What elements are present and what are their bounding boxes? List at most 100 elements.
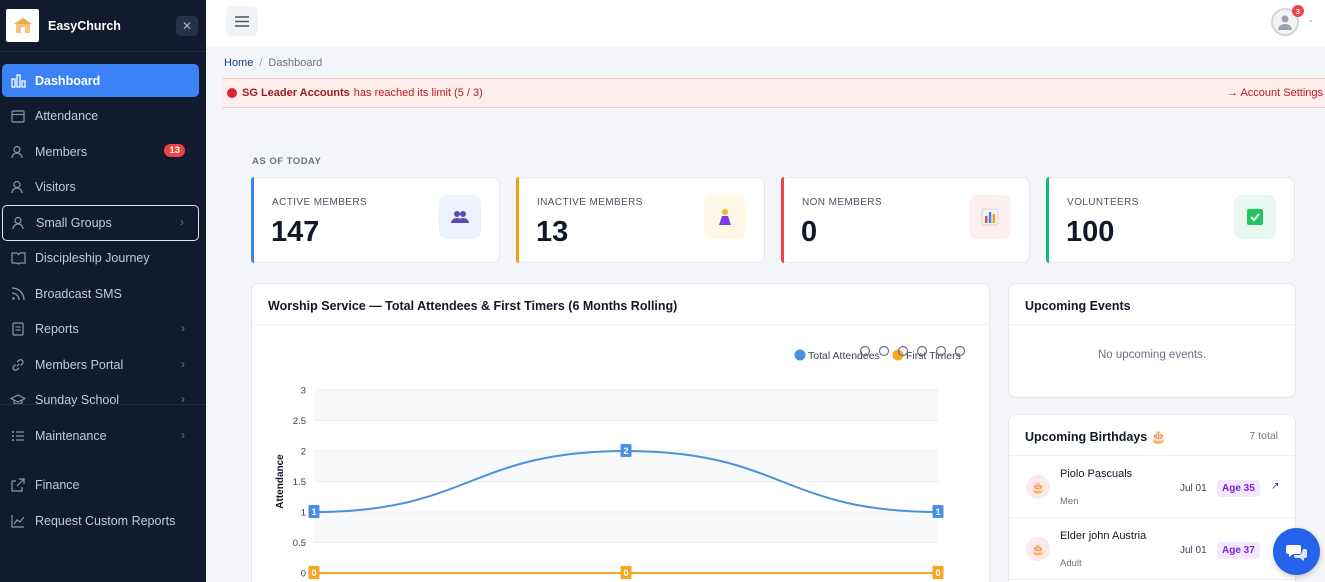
breadcrumb-separator: / <box>259 57 263 69</box>
sidebar-item-attendance[interactable]: Attendance <box>2 99 199 132</box>
sidebar-item-label: Dashboard <box>35 73 101 88</box>
panel-divider <box>1009 324 1295 325</box>
sidebar-item-label: Small Groups <box>36 216 112 230</box>
sidebar: EasyChurch ✕ Dashboard Attendance Member… <box>0 0 206 582</box>
y-tick-label: 0 <box>301 569 306 580</box>
sidebar-item-request-custom-reports[interactable]: Request Custom Reports <box>2 504 199 537</box>
sidebar-item-label: Finance <box>35 477 80 492</box>
members-count-badge: 13 <box>164 144 185 157</box>
chat-button[interactable] <box>1273 528 1320 575</box>
chevron-right-icon: › <box>181 357 185 371</box>
data-label: 1 <box>311 507 316 517</box>
worship-chart-panel: Worship Service — Total Attendees & Firs… <box>251 283 990 582</box>
stat-value: 13 <box>536 216 569 248</box>
sidebar-item-finance[interactable]: Finance <box>2 468 199 501</box>
sidebar-item-discipleship-journey[interactable]: Discipleship Journey <box>2 241 199 274</box>
y-tick-label: 3 <box>301 386 306 397</box>
graduation-cap-icon <box>10 392 26 408</box>
birthdays-total: 7 total <box>1249 430 1278 442</box>
y-tick-label: 2.5 <box>293 416 306 427</box>
chevron-right-icon: › <box>181 428 185 442</box>
cake-icon: 🎂 <box>1026 475 1050 499</box>
sidebar-item-label: Attendance <box>35 108 99 123</box>
stat-card-non-members: NON MEMBERS 0 <box>781 177 1030 263</box>
check-icon <box>1234 195 1276 239</box>
sidebar-item-label: Request Custom Reports <box>35 513 176 528</box>
birthday-date: Jul 01 <box>1180 545 1207 556</box>
upcoming-birthdays-panel: Upcoming Birthdays 🎂 7 total 🎂 Piolo Pas… <box>1008 414 1296 582</box>
data-label: 1 <box>935 507 940 517</box>
alert-message: has reached its limit (5 / 3) <box>353 87 483 99</box>
stat-value: 100 <box>1066 216 1115 248</box>
sidebar-item-maintenance[interactable]: Maintenance › <box>2 419 199 452</box>
user-icon <box>10 179 26 195</box>
card-accent <box>516 177 519 263</box>
birthday-date: Jul 01 <box>1180 483 1207 494</box>
stat-card-volunteers: VOLUNTEERS 100 <box>1046 177 1295 263</box>
age-badge: Age 37 <box>1217 542 1260 559</box>
sidebar-item-visitors[interactable]: Visitors <box>2 170 199 203</box>
topbar: 3 ⌄ <box>206 0 1325 46</box>
sidebar-item-label: Discipleship Journey <box>35 250 150 265</box>
account-settings-link[interactable]: → Account Settings <box>1227 87 1323 99</box>
close-sidebar-button[interactable]: ✕ <box>176 15 198 36</box>
sidebar-item-members-portal[interactable]: Members Portal › <box>2 348 199 381</box>
stat-label: INACTIVE MEMBERS <box>537 197 643 208</box>
chevron-down-icon[interactable]: ⌄ <box>1307 15 1314 24</box>
breadcrumb-current: Dashboard <box>268 57 323 69</box>
sidebar-item-label: Broadcast SMS <box>35 286 122 301</box>
chevron-right-icon: › <box>181 321 185 335</box>
sidebar-item-small-groups[interactable]: Small Groups › <box>2 205 199 241</box>
sidebar-item-reports[interactable]: Reports › <box>2 312 199 345</box>
alert-title: SG Leader Accounts <box>242 87 350 99</box>
brand: EasyChurch ✕ <box>0 0 206 52</box>
brand-name: EasyChurch <box>48 18 121 33</box>
y-tick-label: 2 <box>301 447 306 458</box>
line-chart: 00.511.522.53Attendance1210 0 0Total Atten… <box>275 345 966 580</box>
events-title: Upcoming Events <box>1025 299 1131 313</box>
chat-icon <box>1285 544 1307 561</box>
stat-label: VOLUNTEERS <box>1067 197 1139 208</box>
sidebar-item-label: Members <box>35 144 88 159</box>
stat-value: 147 <box>271 216 320 248</box>
birthday-name: Piolo Pascuals <box>1060 468 1133 480</box>
hamburger-menu-button[interactable] <box>226 6 258 36</box>
data-label: 0 <box>935 568 940 578</box>
sidebar-item-label: Maintenance <box>35 428 107 443</box>
birthdays-title: Upcoming Birthdays 🎂 <box>1025 430 1167 444</box>
zoom-out-icon[interactable] <box>878 345 890 357</box>
sidebar-item-label: Members Portal <box>35 357 124 372</box>
open-link-icon[interactable]: ↗ <box>1271 481 1279 492</box>
list-icon <box>10 428 26 444</box>
y-tick-label: 1 <box>301 508 306 519</box>
stat-label: NON MEMBERS <box>802 197 882 208</box>
sidebar-item-members[interactable]: Members 13 <box>2 135 199 168</box>
card-accent <box>781 177 784 263</box>
sidebar-item-broadcast-sms[interactable]: Broadcast SMS <box>2 277 199 310</box>
breadcrumb-home-link[interactable]: Home <box>224 57 253 69</box>
brand-logo[interactable] <box>6 9 39 42</box>
sidebar-item-sunday-school[interactable]: Sunday School › <box>2 383 199 416</box>
no-events-text: No upcoming events. <box>1097 349 1207 361</box>
book-icon <box>10 250 26 266</box>
birthday-group: Men <box>1060 496 1079 507</box>
birthday-row[interactable]: 🎂 Elder john Austria Adult Jul 01 Age 37 <box>1009 518 1295 580</box>
sidebar-item-dashboard[interactable]: Dashboard <box>2 64 199 97</box>
y-axis-label: Attendance <box>275 454 286 509</box>
legend-marker <box>794 349 806 361</box>
alert-dot-icon <box>227 88 237 98</box>
card-accent <box>251 177 254 263</box>
sidebar-item-label: Visitors <box>35 179 76 194</box>
birthday-row[interactable]: 🎂 Piolo Pascuals Men Jul 01 Age 35 ↗ <box>1009 456 1295 518</box>
stat-card-active-members: ACTIVE MEMBERS 147 <box>251 177 500 263</box>
breadcrumb: Home / Dashboard <box>224 57 322 69</box>
bar-chart-icon <box>969 195 1011 239</box>
notification-badge: 3 <box>1292 5 1304 17</box>
stat-card-inactive-members: INACTIVE MEMBERS 13 <box>516 177 765 263</box>
card-accent <box>1046 177 1049 263</box>
data-label: 2 <box>623 446 628 456</box>
as-of-label: AS OF TODAY <box>252 156 322 167</box>
group-icon <box>11 215 27 231</box>
limit-alert: SG Leader Accounts has reached its limit… <box>222 78 1325 108</box>
birthday-name: Elder john Austria <box>1060 530 1147 542</box>
